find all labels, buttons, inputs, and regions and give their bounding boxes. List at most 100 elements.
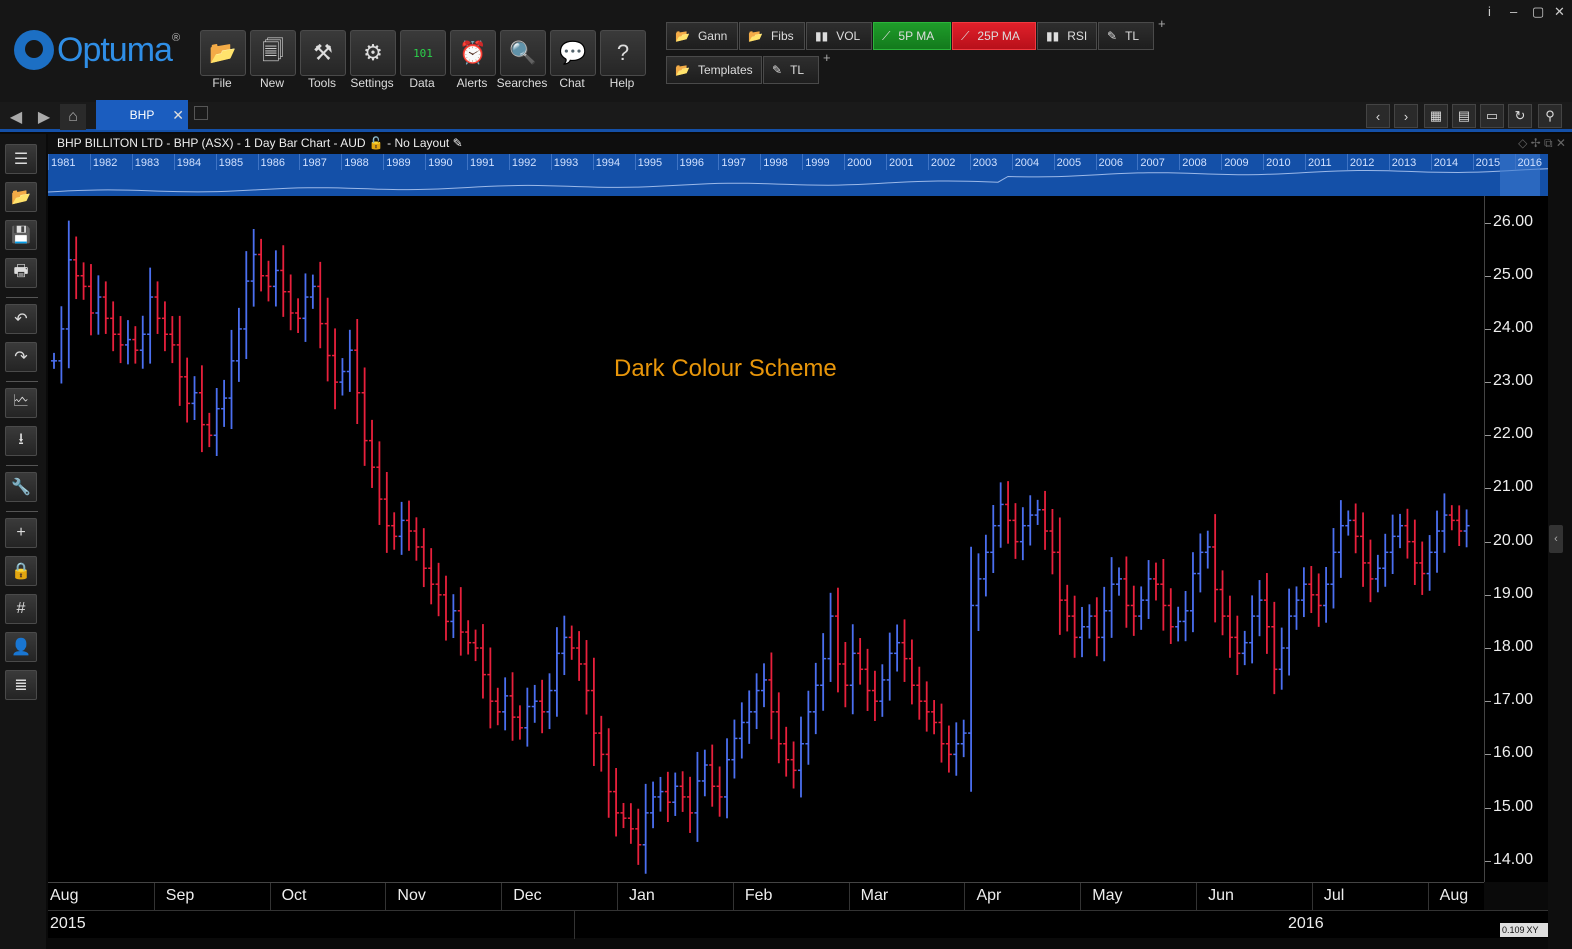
lock-button[interactable]: 🔒 bbox=[5, 556, 37, 586]
search-icon[interactable]: ⚲ bbox=[1538, 104, 1562, 128]
quick-tl-button[interactable]: ✎ TL bbox=[1098, 22, 1154, 50]
price-axis[interactable]: 26.00 25.00 24.00 23.00 22.00 21.00 20.00 19.00… bbox=[1484, 196, 1548, 882]
profile-button[interactable]: 👤 bbox=[5, 632, 37, 662]
back-arrow-icon[interactable]: ◀ bbox=[3, 104, 29, 130]
price-bar bbox=[805, 690, 812, 765]
date-axis-months[interactable]: Aug Sep Oct Nov Dec Jan Feb Mar Apr May Jun Jul Aug bbox=[48, 882, 1484, 911]
overview-year-tick bbox=[1514, 154, 1516, 170]
home-icon[interactable]: ⌂ bbox=[60, 104, 86, 130]
quick-fibs-button[interactable]: 📂 Fibs bbox=[739, 22, 805, 50]
new-tab-icon[interactable] bbox=[194, 106, 208, 120]
quick-gann-button[interactable]: 📂 Gann bbox=[666, 22, 738, 50]
price-bar bbox=[287, 274, 294, 331]
price-bar bbox=[664, 771, 671, 823]
notes-button[interactable]: ≣ bbox=[5, 670, 37, 700]
price-label: 14.00 bbox=[1493, 850, 1534, 868]
data-button[interactable]: 101 bbox=[400, 30, 446, 76]
price-bar bbox=[761, 663, 767, 708]
window-icon[interactable]: ▭ bbox=[1480, 104, 1504, 128]
crosshair-button[interactable]: + bbox=[5, 518, 37, 548]
overview-year-label: 2000 bbox=[847, 157, 872, 169]
export-button[interactable]: ⭳ bbox=[5, 426, 37, 456]
price-tick bbox=[1485, 541, 1491, 543]
maximize-icon[interactable]: ▢ bbox=[1532, 4, 1544, 20]
overview-year-label: 2001 bbox=[889, 157, 914, 169]
price-bar bbox=[361, 367, 368, 466]
undo-button[interactable]: ↶ bbox=[5, 304, 37, 334]
overview-year-tick bbox=[634, 154, 636, 170]
quick-label: 5P MA bbox=[898, 29, 935, 43]
redo-button[interactable]: ↷ bbox=[5, 342, 37, 372]
refresh-icon[interactable]: ↻ bbox=[1508, 104, 1532, 128]
price-bar bbox=[568, 625, 575, 660]
price-bar bbox=[265, 260, 272, 302]
edit-pencil-icon[interactable]: ✎ bbox=[453, 136, 463, 150]
settings-button[interactable]: ⚙ bbox=[350, 30, 396, 76]
help-button[interactable]: ? bbox=[600, 30, 646, 76]
save-button[interactable]: 💾 bbox=[5, 220, 37, 250]
layout-icon[interactable]: ▦ bbox=[1424, 104, 1448, 128]
info-icon[interactable]: i bbox=[1488, 4, 1491, 19]
overview-year-tick bbox=[1388, 154, 1390, 170]
quick-vol-button[interactable]: ▮▮ VOL bbox=[806, 22, 872, 50]
price-bar bbox=[923, 681, 930, 732]
price-bar bbox=[1005, 481, 1012, 544]
grid-lines-button[interactable]: # bbox=[5, 594, 37, 624]
add-quick-icon[interactable]: + bbox=[823, 50, 831, 65]
quick-5p-ma-button[interactable]: ⟋ 5P MA bbox=[873, 22, 951, 50]
tab-close-icon[interactable]: ✕ bbox=[172, 107, 184, 124]
tab-bhp[interactable]: BHP ✕ bbox=[96, 100, 188, 130]
chevron-left-icon[interactable]: ‹ bbox=[1366, 104, 1390, 128]
ratio-box[interactable]: 0.109 XY bbox=[1500, 923, 1548, 937]
grid-icon[interactable]: ▤ bbox=[1452, 104, 1476, 128]
price-bar bbox=[250, 228, 257, 307]
chart-window-controls[interactable]: ◇ ✢ ⧉ ✕ bbox=[1518, 136, 1566, 151]
overview-year-tick bbox=[89, 154, 91, 170]
quick-tl-button[interactable]: ✎ TL bbox=[763, 56, 819, 84]
quick-rsi-button[interactable]: ▮▮ RSI bbox=[1037, 22, 1097, 50]
folder-icon: 📂 bbox=[748, 29, 763, 43]
properties-button[interactable]: ☰ bbox=[5, 144, 37, 174]
price-bar bbox=[1337, 500, 1344, 578]
chart-annotation[interactable]: Dark Colour Scheme bbox=[614, 355, 837, 383]
price-bar bbox=[605, 728, 612, 818]
new-button[interactable]: 🗐 bbox=[250, 30, 296, 76]
open-button[interactable]: 📂 bbox=[5, 182, 37, 212]
quick-25p-ma-button[interactable]: ⟋ 25P MA bbox=[952, 22, 1036, 50]
month-divider bbox=[385, 883, 387, 911]
month-label: Feb bbox=[744, 887, 773, 904]
price-bar bbox=[1330, 528, 1337, 609]
price-bar bbox=[982, 534, 989, 597]
print-button[interactable]: 🖶 bbox=[5, 258, 37, 288]
month-divider bbox=[1311, 883, 1313, 911]
price-bar bbox=[243, 251, 250, 359]
price-bar bbox=[1263, 573, 1270, 654]
alerts-button[interactable]: ⏰ bbox=[450, 30, 496, 76]
file-button[interactable]: 📂 bbox=[200, 30, 246, 76]
minimize-icon[interactable]: – bbox=[1510, 4, 1517, 19]
searches-button[interactable]: 🔍 bbox=[500, 30, 546, 76]
forward-arrow-icon[interactable]: ▶ bbox=[31, 104, 57, 130]
layout-label: - No Layout bbox=[387, 136, 450, 150]
chat-button[interactable]: 💬 bbox=[550, 30, 596, 76]
price-bar bbox=[694, 751, 701, 842]
tools-button[interactable]: ⚒ bbox=[300, 30, 346, 76]
quick-templates-button[interactable]: 📂 Templates bbox=[666, 56, 762, 84]
unlock-icon[interactable]: 🔓 bbox=[369, 136, 384, 150]
wrench-button[interactable]: 🔧 bbox=[5, 472, 37, 502]
price-chart[interactable] bbox=[48, 196, 1484, 882]
overview-navigator[interactable]: 1981 1982 1983 1984 1985 1986 1987 1988 1989 1990… bbox=[47, 154, 1549, 196]
price-bar bbox=[1426, 535, 1433, 591]
price-bar bbox=[1160, 558, 1167, 631]
price-bar bbox=[258, 238, 265, 292]
add-quick-icon[interactable]: + bbox=[1158, 16, 1166, 31]
chevron-right-icon[interactable]: › bbox=[1394, 104, 1418, 128]
overview-year-tick bbox=[969, 154, 971, 170]
price-bar bbox=[871, 670, 878, 721]
overview-year-tick bbox=[131, 154, 133, 170]
price-bar bbox=[487, 647, 494, 729]
year-label: 2016 bbox=[1288, 915, 1324, 932]
chart-button[interactable]: 🗠 bbox=[5, 388, 37, 418]
expand-panel-arrow-icon[interactable]: ‹ bbox=[1549, 525, 1563, 553]
close-icon[interactable]: ✕ bbox=[1554, 4, 1565, 20]
